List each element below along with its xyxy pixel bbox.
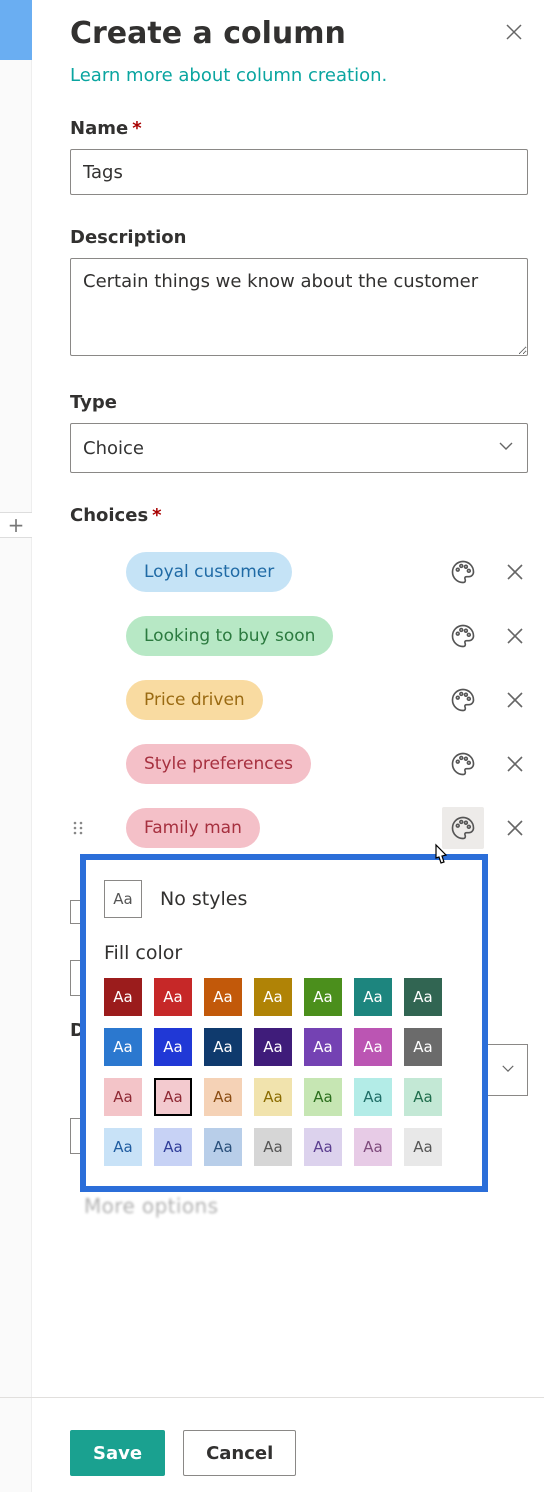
- remove-choice-icon[interactable]: [502, 559, 528, 585]
- remove-choice-icon[interactable]: [502, 815, 528, 841]
- color-swatch[interactable]: Aa: [154, 978, 192, 1016]
- background-box-edge: [70, 900, 80, 924]
- learn-more-link[interactable]: Learn more about column creation.: [70, 65, 387, 86]
- background-box-edge: [70, 960, 80, 996]
- color-swatch[interactable]: Aa: [404, 978, 442, 1016]
- palette-icon[interactable]: [442, 679, 484, 721]
- color-swatch[interactable]: Aa: [354, 1028, 392, 1066]
- background-select-edge: [486, 1044, 528, 1096]
- palette-icon[interactable]: [442, 743, 484, 785]
- color-swatch[interactable]: Aa: [304, 1128, 342, 1166]
- type-select[interactable]: Choice: [70, 423, 528, 473]
- color-swatch[interactable]: Aa: [354, 978, 392, 1016]
- swatch-grid: Aa Aa Aa Aa Aa Aa Aa Aa Aa Aa Aa Aa Aa Aa Aa Aa Aa Aa Aa Aa…: [104, 978, 464, 1166]
- choice-pill[interactable]: Looking to buy soon: [126, 616, 333, 656]
- remove-choice-icon[interactable]: [502, 751, 528, 777]
- color-swatch[interactable]: Aa: [204, 1078, 242, 1116]
- fill-color-label: Fill color: [104, 942, 464, 964]
- choice-row: Loyal customer: [70, 540, 528, 604]
- color-swatch[interactable]: Aa: [204, 1028, 242, 1066]
- color-swatch[interactable]: Aa: [104, 978, 142, 1016]
- description-label: Description: [70, 227, 528, 248]
- left-rail-add[interactable]: +: [0, 512, 32, 538]
- color-swatch[interactable]: Aa: [254, 1128, 292, 1166]
- palette-icon[interactable]: [442, 807, 484, 849]
- panel-title: Create a column: [70, 16, 346, 51]
- footer-divider: [0, 1397, 544, 1398]
- background-box-edge: [70, 1118, 80, 1154]
- color-swatch[interactable]: Aa: [304, 1078, 342, 1116]
- create-column-panel: Create a column Learn more about column …: [70, 16, 528, 860]
- choice-pill[interactable]: Family man: [126, 808, 260, 848]
- choice-pill[interactable]: Price driven: [126, 680, 263, 720]
- choice-row: Family man: [70, 796, 528, 860]
- choice-pill[interactable]: Loyal customer: [126, 552, 292, 592]
- color-swatch[interactable]: Aa: [154, 1078, 192, 1116]
- color-swatch[interactable]: Aa: [254, 1028, 292, 1066]
- drag-handle-icon[interactable]: [70, 820, 86, 836]
- palette-icon[interactable]: [442, 551, 484, 593]
- choice-pill[interactable]: Style preferences: [126, 744, 311, 784]
- type-label: Type: [70, 392, 528, 413]
- close-icon[interactable]: [500, 18, 528, 50]
- color-swatch[interactable]: Aa: [204, 1128, 242, 1166]
- left-rail-accent: [0, 0, 32, 60]
- remove-choice-icon[interactable]: [502, 623, 528, 649]
- color-swatch[interactable]: Aa: [304, 1028, 342, 1066]
- color-swatch[interactable]: Aa: [354, 1128, 392, 1166]
- name-label: Name*: [70, 118, 528, 139]
- no-style-swatch[interactable]: Aa: [104, 880, 142, 918]
- cancel-button[interactable]: Cancel: [183, 1430, 296, 1476]
- color-swatch[interactable]: Aa: [154, 1028, 192, 1066]
- remove-choice-icon[interactable]: [502, 687, 528, 713]
- name-input[interactable]: [70, 149, 528, 195]
- color-swatch[interactable]: Aa: [204, 978, 242, 1016]
- choices-label: Choices*: [70, 505, 528, 526]
- color-swatch[interactable]: Aa: [354, 1078, 392, 1116]
- choices-list: Loyal customer Looking to buy soon Price d…: [70, 540, 528, 860]
- color-swatch[interactable]: Aa: [154, 1128, 192, 1166]
- choice-row: Style preferences: [70, 732, 528, 796]
- palette-icon[interactable]: [442, 615, 484, 657]
- color-swatch[interactable]: Aa: [404, 1128, 442, 1166]
- color-swatch[interactable]: Aa: [404, 1028, 442, 1066]
- color-swatch[interactable]: Aa: [254, 1078, 292, 1116]
- more-options-link[interactable]: More options: [84, 1194, 218, 1218]
- color-swatch[interactable]: Aa: [104, 1078, 142, 1116]
- color-swatch[interactable]: Aa: [304, 978, 342, 1016]
- choice-row: Looking to buy soon: [70, 604, 528, 668]
- color-picker-popup: Aa No styles Fill color AaAaAaAaAaAaAaAa…: [80, 854, 488, 1192]
- description-input[interactable]: Certain things we know about the custome…: [70, 258, 528, 356]
- no-styles-label: No styles: [160, 888, 247, 910]
- color-swatch[interactable]: Aa: [104, 1028, 142, 1066]
- color-swatch[interactable]: Aa: [104, 1128, 142, 1166]
- color-swatch[interactable]: Aa: [254, 978, 292, 1016]
- color-swatch[interactable]: Aa: [404, 1078, 442, 1116]
- left-rail: +: [0, 0, 32, 1492]
- choice-row: Price driven: [70, 668, 528, 732]
- save-button[interactable]: Save: [70, 1430, 165, 1476]
